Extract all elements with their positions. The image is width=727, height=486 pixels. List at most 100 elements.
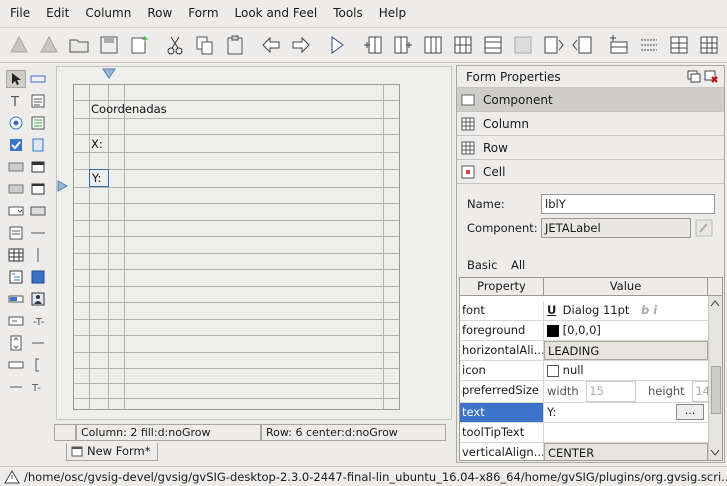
component-box-tool-icon[interactable] [28,268,48,286]
restore-icon[interactable] [687,70,701,83]
column-grid-icon[interactable] [418,30,448,60]
table-row[interactable]: toolTipText [460,423,708,443]
table-row[interactable]: verticalAlign... CENTER [460,443,708,460]
separator-tool-icon[interactable] [28,224,48,242]
textarea-tool-icon[interactable] [28,92,48,110]
delete-row-icon[interactable] [508,30,538,60]
section-column[interactable]: Column [457,112,724,136]
menu-column[interactable]: Column [77,0,139,26]
button-tool-icon[interactable] [28,70,48,88]
menu-form[interactable]: Form [180,0,226,26]
tab-all[interactable]: All [511,258,525,272]
ok-button-alt-tool-icon[interactable] [6,180,26,198]
row-lines-icon[interactable] [634,30,664,60]
section-cell[interactable]: Cell [457,160,724,184]
menu-edit[interactable]: Edit [38,0,77,26]
form-grid[interactable]: Coordenadas X: Y: [73,84,400,410]
redo-icon[interactable] [286,30,316,60]
paste-icon[interactable] [220,30,250,60]
scroll-down-icon[interactable] [709,448,721,458]
form-tab-label: New Form* [87,444,151,458]
cut-icon[interactable] [160,30,190,60]
font-icon: U [547,303,557,317]
coordenadas-label[interactable]: Coordenadas [91,102,167,116]
copy-icon[interactable] [190,30,220,60]
label-tool-icon[interactable]: T [6,92,26,110]
row-marker-icon[interactable] [57,180,69,192]
panel-tool-icon[interactable] [28,158,48,176]
table-tool-icon[interactable] [6,246,26,264]
close-panel-icon[interactable] [704,70,718,83]
section-component[interactable]: Component [457,88,724,112]
table-row[interactable]: icon null [460,361,708,381]
section-row[interactable]: Row [457,136,724,160]
property-value[interactable]: CENTER [544,443,708,460]
combobox-tool-icon[interactable] [6,202,26,220]
insert-column-left-icon[interactable] [358,30,388,60]
vertical-separator-tool-icon[interactable] [28,246,48,264]
tab-basic[interactable]: Basic [467,258,497,272]
datefield-tool-icon[interactable] [6,312,26,330]
table-row[interactable]: foreground [0,0,0] [460,321,708,341]
textfield-tool-icon[interactable] [6,356,26,374]
menu-help[interactable]: Help [371,0,414,26]
tree-tool-icon[interactable] [6,268,26,286]
property-value[interactable]: LEADING [544,341,708,360]
new-component-icon[interactable] [4,30,34,60]
menu-file[interactable]: File [2,0,38,26]
align-row-icon[interactable] [568,30,598,60]
row-grid-icon[interactable] [664,30,694,60]
insert-row-icon[interactable] [478,30,508,60]
property-scrollbar[interactable] [708,296,722,460]
scroll-up-icon[interactable] [709,298,721,308]
menu-tools[interactable]: Tools [325,0,371,26]
t-label-tool-icon[interactable]: T- [28,378,48,396]
pointer-tool-icon[interactable] [6,70,26,88]
table-grid-icon[interactable] [694,30,724,60]
table-row[interactable]: font U Dialog 11pt b i [460,301,708,321]
new-form-icon[interactable] [124,30,154,60]
ok-button-tool-icon[interactable] [6,158,26,176]
name-field[interactable]: lblY [541,194,715,214]
horizontal-tool-icon[interactable] [6,378,26,396]
frame-tool-icon[interactable] [28,180,48,198]
scroll-thumb[interactable] [711,366,721,414]
table-row[interactable]: horizontalAli... LEADING [460,341,708,361]
column-marker-icon[interactable] [102,68,116,80]
scroll-tool-icon[interactable] [6,334,26,352]
t-separator-tool-icon[interactable]: -T- [28,312,48,330]
hline-tool-icon[interactable] [28,334,48,352]
ellipsis-button[interactable]: ... [676,404,704,420]
list-tool-icon[interactable] [28,114,48,132]
form-tab[interactable]: New Form* [66,443,158,461]
height-field[interactable]: 14 [692,381,708,402]
insert-column-right-icon[interactable] [388,30,418,60]
image-tool-icon[interactable] [28,290,48,308]
y-label-selected[interactable]: Y: [89,169,109,187]
open-folder-icon[interactable] [64,30,94,60]
align-column-icon[interactable] [538,30,568,60]
radio-tool-icon[interactable] [6,114,26,132]
new-component-alt-icon[interactable] [34,30,64,60]
bracket-tool-icon[interactable] [28,356,48,374]
value-column-header[interactable]: Value [544,278,708,295]
property-column-header[interactable]: Property [460,278,544,295]
checkbox-tool-icon[interactable] [6,136,26,154]
spinner-tool-icon[interactable] [28,202,48,220]
edit-component-icon[interactable] [695,219,713,237]
file-tool-icon[interactable] [28,136,48,154]
undo-icon[interactable] [256,30,286,60]
properties-title: Form Properties [466,69,561,84]
run-icon[interactable] [322,30,352,60]
column-span-icon[interactable] [448,30,478,60]
table-row-selected[interactable]: text Y: ... [460,403,708,423]
width-field[interactable]: 15 [586,381,637,402]
menu-look-and-feel[interactable]: Look and Feel [227,0,326,26]
menu-row[interactable]: Row [139,0,180,26]
save-icon[interactable] [94,30,124,60]
x-label[interactable]: X: [91,137,103,151]
progress-tool-icon[interactable] [6,290,26,308]
insert-row-top-icon[interactable] [604,30,634,60]
table-row[interactable]: preferredSize width 15 height 14 [460,381,708,403]
textpane-tool-icon[interactable] [6,224,26,242]
